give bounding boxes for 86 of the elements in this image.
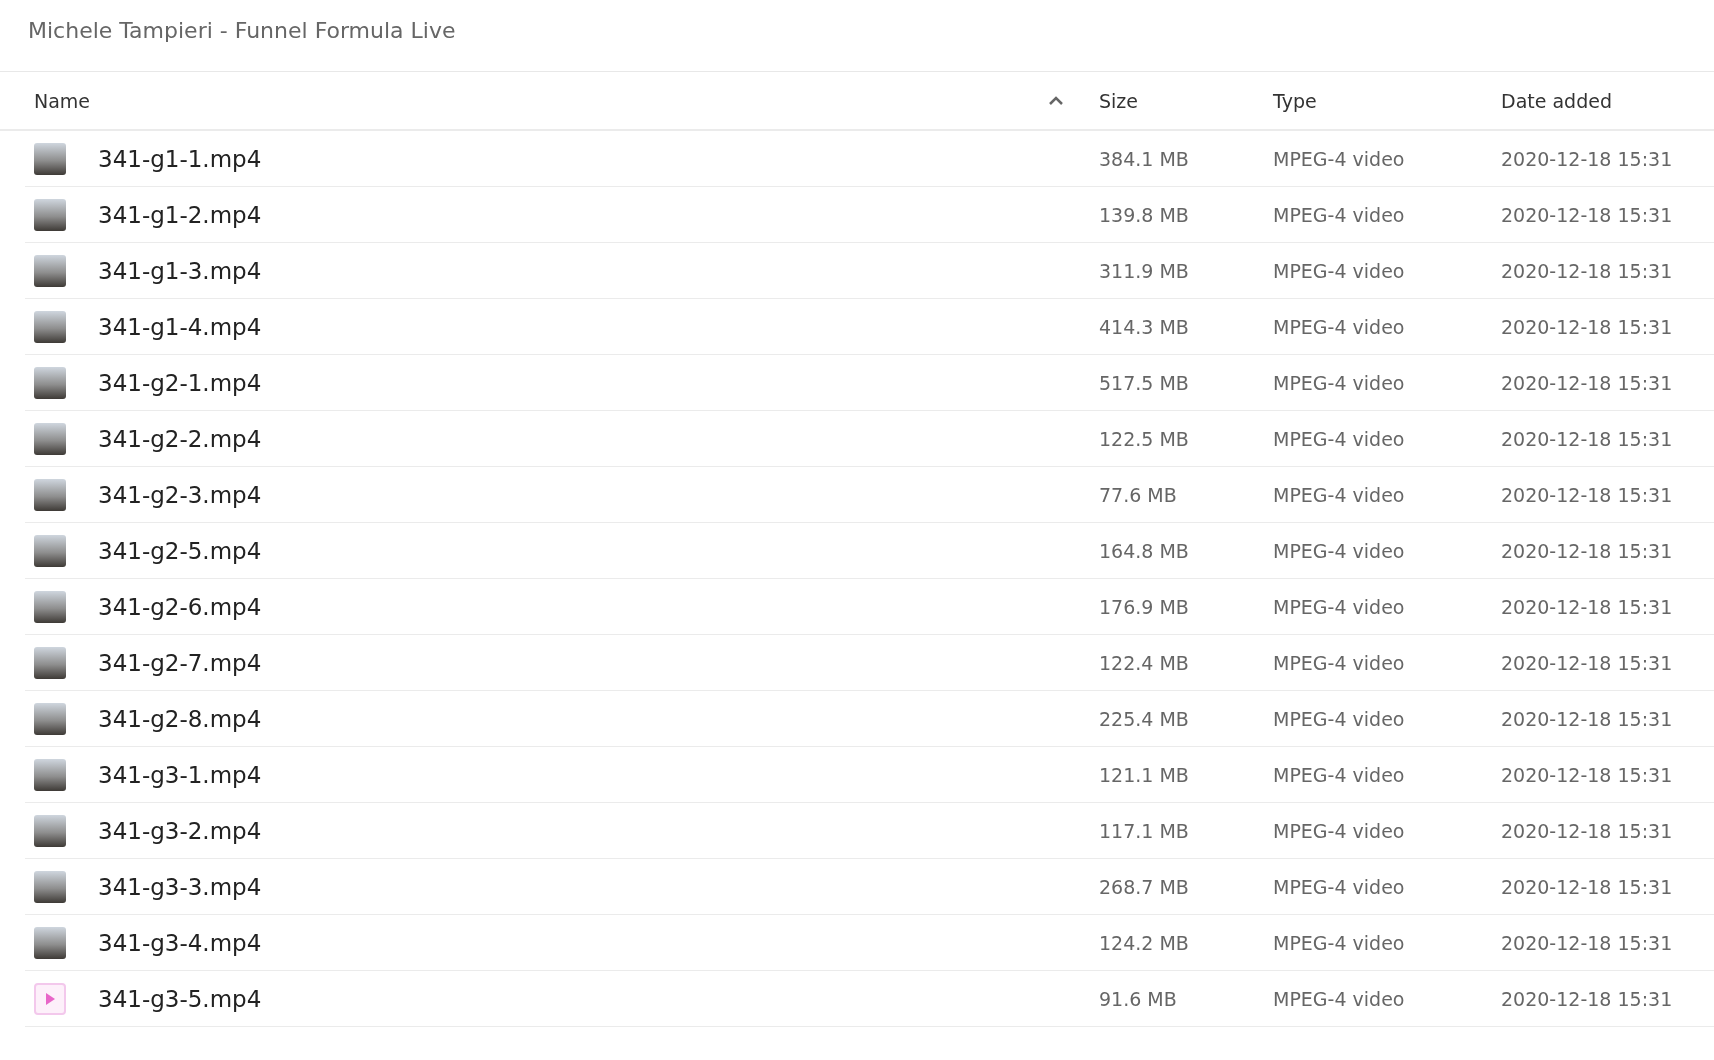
column-header[interactable]: Date added: [1501, 89, 1612, 112]
file-name[interactable]: 341-g3-5.mp4: [98, 985, 262, 1012]
file-size: 122.4 MB: [1099, 651, 1190, 674]
video-thumbnail-placeholder: [34, 870, 66, 903]
video-file-icon: [34, 982, 66, 1015]
file-type: MPEG-4 video: [1273, 315, 1406, 338]
date-added: 2020-12-18 15:31: [1501, 651, 1674, 674]
file-size: 122.5 MB: [1099, 427, 1190, 450]
file-name[interactable]: 341-g2-5.mp4: [98, 537, 262, 564]
sort-ascending-icon[interactable]: [1049, 96, 1063, 105]
file-type: MPEG-4 video: [1273, 259, 1406, 282]
file-type: MPEG-4 video: [1273, 595, 1406, 618]
file-size: 164.8 MB: [1099, 539, 1190, 562]
file-size: 311.9 MB: [1099, 259, 1190, 282]
file-name[interactable]: 341-g1-1.mp4: [98, 145, 262, 172]
file-size: 384.1 MB: [1099, 147, 1190, 170]
date-added: 2020-12-18 15:31: [1501, 819, 1674, 842]
video-thumbnail-placeholder: [34, 926, 66, 959]
date-added: 2020-12-18 15:31: [1501, 483, 1674, 506]
file-name[interactable]: 341-g1-4.mp4: [98, 313, 262, 340]
folder-title: Michele Tampieri - Funnel Formula Live: [28, 18, 456, 43]
file-name[interactable]: 341-g2-3.mp4: [98, 481, 262, 508]
file-type: MPEG-4 video: [1273, 931, 1406, 954]
date-added: 2020-12-18 15:31: [1501, 931, 1674, 954]
file-size: 225.4 MB: [1099, 707, 1190, 730]
date-added: 2020-12-18 15:31: [1501, 595, 1674, 618]
file-type: MPEG-4 video: [1273, 707, 1406, 730]
file-size: 117.1 MB: [1099, 819, 1190, 842]
file-size: 517.5 MB: [1099, 371, 1190, 394]
column-header[interactable]: Name: [34, 89, 91, 112]
video-thumbnail-placeholder: [34, 646, 66, 679]
date-added: 2020-12-18 15:31: [1501, 987, 1674, 1010]
date-added: 2020-12-18 15:31: [1501, 371, 1674, 394]
file-name[interactable]: 341-g2-6.mp4: [98, 593, 262, 620]
file-name[interactable]: 341-g2-8.mp4: [98, 705, 262, 732]
video-thumbnail-placeholder: [34, 814, 66, 847]
file-name[interactable]: 341-g1-2.mp4: [98, 201, 262, 228]
video-thumbnail-placeholder: [34, 422, 66, 455]
file-name[interactable]: 341-g3-2.mp4: [98, 817, 262, 844]
file-type: MPEG-4 video: [1273, 427, 1406, 450]
date-added: 2020-12-18 15:31: [1501, 707, 1674, 730]
file-type: MPEG-4 video: [1273, 651, 1406, 674]
date-added: 2020-12-18 15:31: [1501, 147, 1674, 170]
file-name[interactable]: 341-g1-3.mp4: [98, 257, 262, 284]
file-size: 414.3 MB: [1099, 315, 1190, 338]
video-thumbnail-placeholder: [34, 198, 66, 231]
date-added: 2020-12-18 15:31: [1501, 875, 1674, 898]
file-size: 139.8 MB: [1099, 203, 1190, 226]
file-name[interactable]: 341-g2-2.mp4: [98, 425, 262, 452]
file-name[interactable]: 341-g3-3.mp4: [98, 873, 262, 900]
date-added: 2020-12-18 15:31: [1501, 315, 1674, 338]
file-size: 176.9 MB: [1099, 595, 1190, 618]
file-size: 121.1 MB: [1099, 763, 1190, 786]
file-type: MPEG-4 video: [1273, 987, 1406, 1010]
date-added: 2020-12-18 15:31: [1501, 763, 1674, 786]
video-thumbnail-placeholder: [34, 254, 66, 287]
column-header[interactable]: Type: [1273, 89, 1317, 112]
file-name[interactable]: 341-g3-4.mp4: [98, 929, 262, 956]
video-thumbnail-placeholder: [34, 534, 66, 567]
date-added: 2020-12-18 15:31: [1501, 203, 1674, 226]
column-header[interactable]: Size: [1099, 89, 1138, 112]
video-thumbnail-placeholder: [34, 478, 66, 511]
file-name[interactable]: 341-g2-1.mp4: [98, 369, 262, 396]
video-thumbnail-placeholder: [34, 142, 66, 175]
file-type: MPEG-4 video: [1273, 203, 1406, 226]
file-type: MPEG-4 video: [1273, 539, 1406, 562]
file-name[interactable]: 341-g2-7.mp4: [98, 649, 262, 676]
file-size: 124.2 MB: [1099, 931, 1190, 954]
video-thumbnail-placeholder: [34, 366, 66, 399]
video-thumbnail-placeholder: [34, 702, 66, 735]
file-type: MPEG-4 video: [1273, 371, 1406, 394]
video-thumbnail-placeholder: [34, 310, 66, 343]
file-type: MPEG-4 video: [1273, 763, 1406, 786]
video-thumbnail-placeholder: [34, 590, 66, 623]
video-thumbnail-placeholder: [34, 758, 66, 791]
date-added: 2020-12-18 15:31: [1501, 259, 1674, 282]
date-added: 2020-12-18 15:31: [1501, 427, 1674, 450]
file-type: MPEG-4 video: [1273, 483, 1406, 506]
date-added: 2020-12-18 15:31: [1501, 539, 1674, 562]
file-type: MPEG-4 video: [1273, 875, 1406, 898]
file-name[interactable]: 341-g3-1.mp4: [98, 761, 262, 788]
file-type: MPEG-4 video: [1273, 147, 1406, 170]
file-type: MPEG-4 video: [1273, 819, 1406, 842]
file-size: 77.6 MB: [1099, 483, 1178, 506]
file-size: 268.7 MB: [1099, 875, 1190, 898]
file-size: 91.6 MB: [1099, 987, 1178, 1010]
